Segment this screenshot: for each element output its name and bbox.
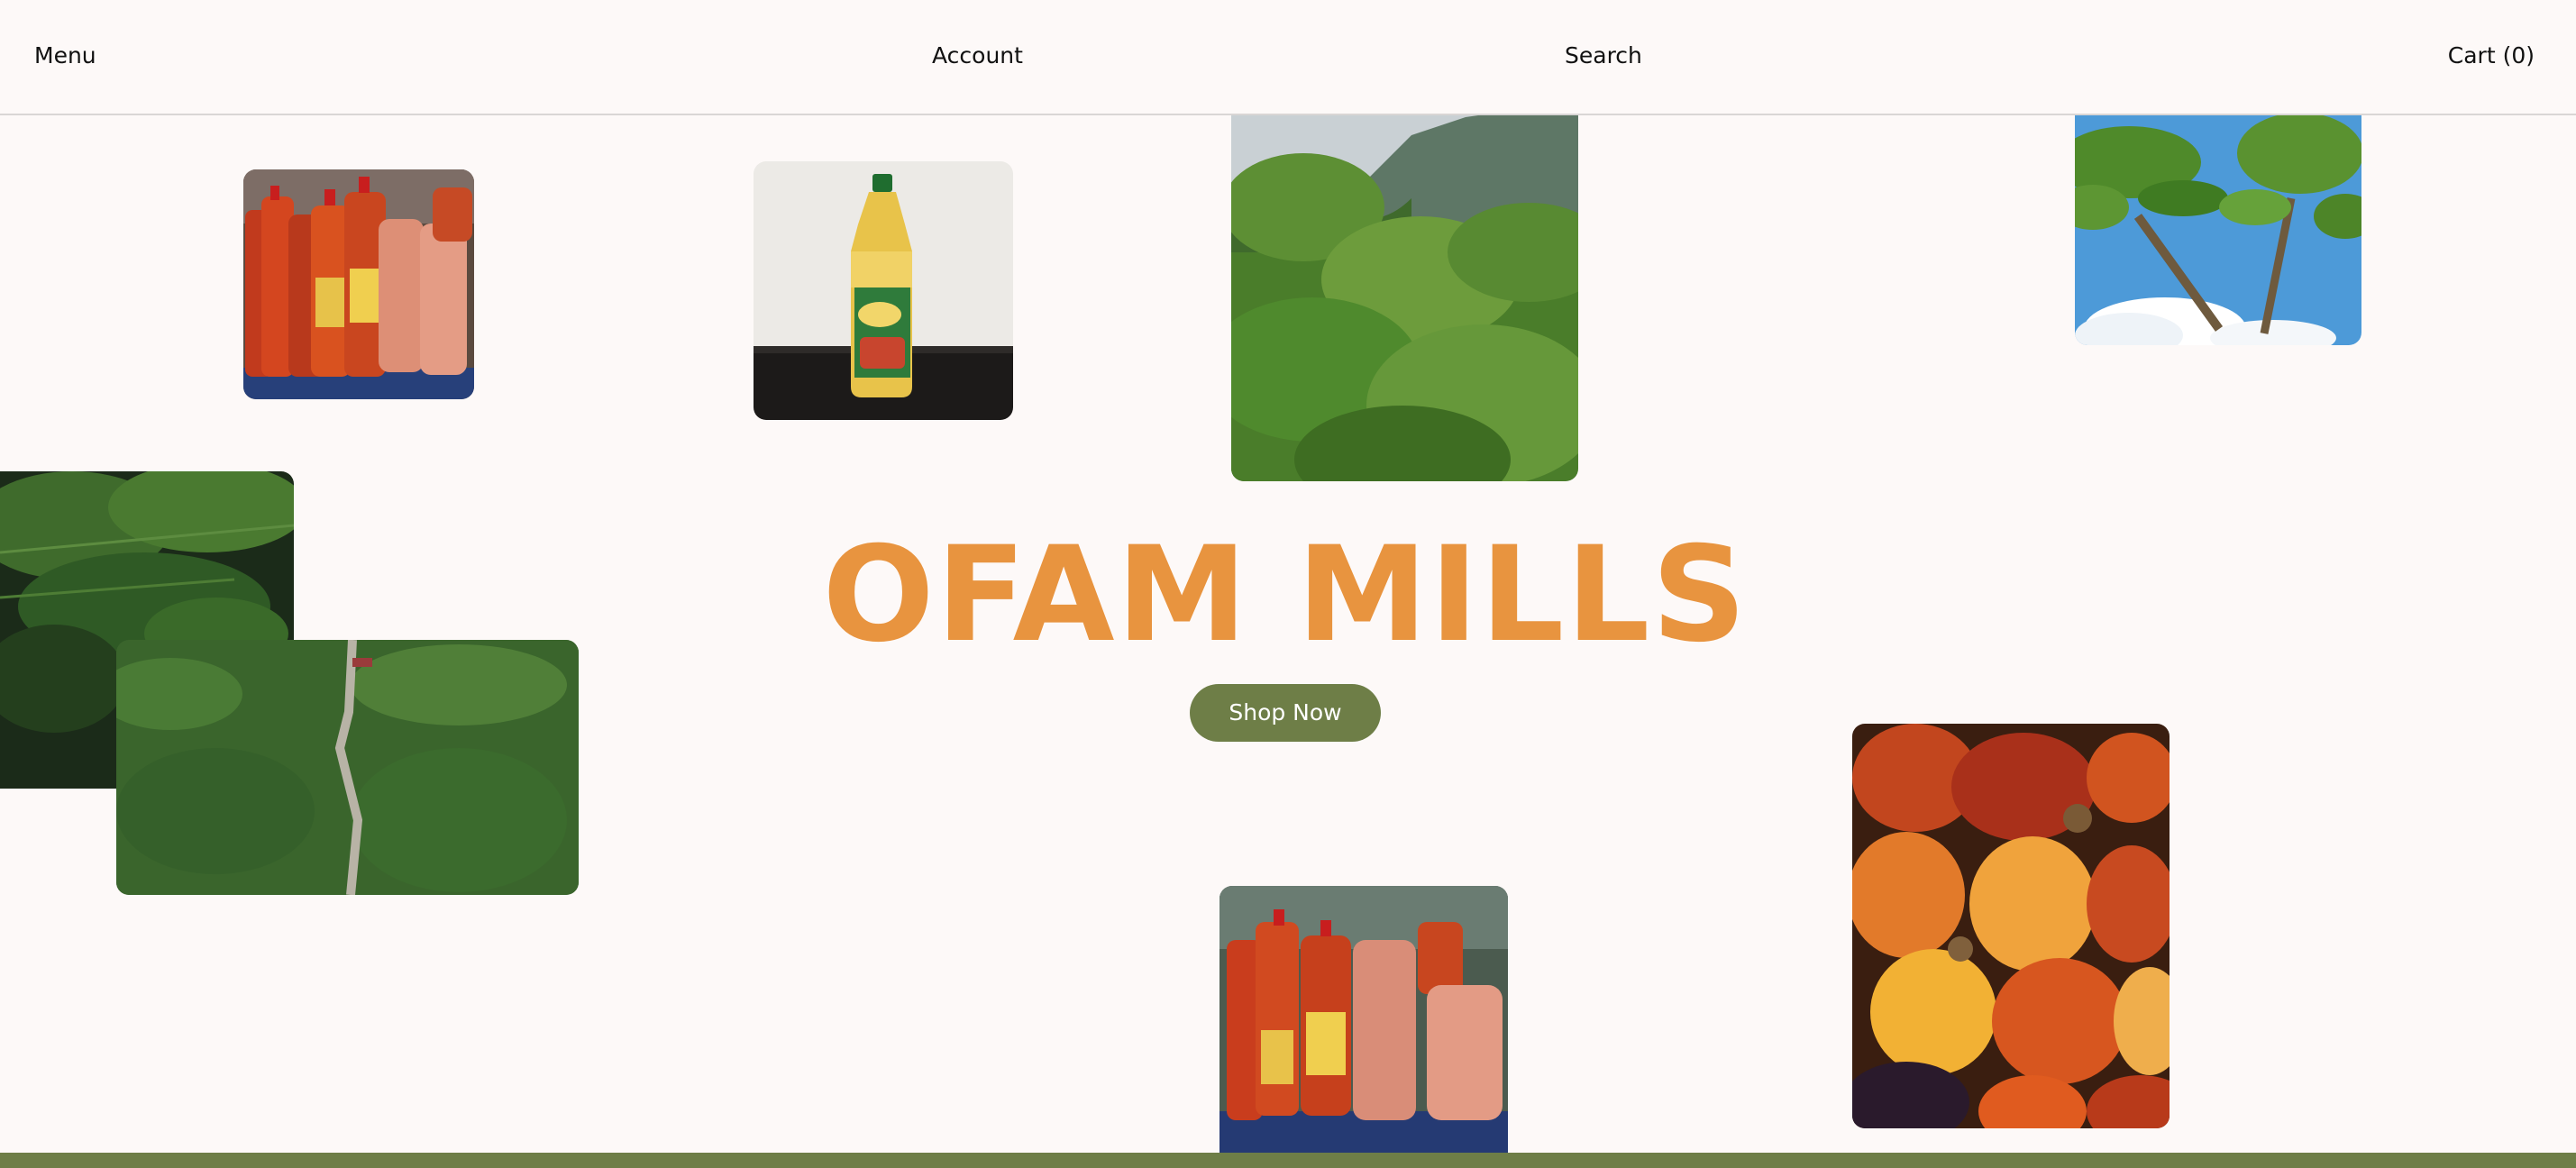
search-link[interactable]: Search (1565, 40, 1642, 72)
menu-link[interactable]: Menu (34, 40, 96, 72)
palm-plantation-aerial-image (116, 640, 579, 895)
page: Menu Account Search Cart (0) OFAM MILLS … (0, 0, 2576, 1168)
red-palm-oil-bottles-market-image (1219, 886, 1508, 1153)
palm-fruits-closeup-image (1852, 724, 2170, 1128)
footer-bar (0, 1153, 2576, 1168)
account-link[interactable]: Account (932, 40, 1023, 72)
red-palm-oil-bottles-image (243, 169, 474, 399)
shop-now-button[interactable]: Shop Now (1190, 684, 1381, 742)
brand-title: OFAM MILLS (822, 518, 1749, 671)
palm-trees-sky-image (2075, 99, 2361, 345)
cooking-oil-bottle-image (754, 161, 1013, 420)
palm-forest-mountain-image (1231, 99, 1578, 481)
site-header: Menu Account Search Cart (0) (0, 0, 2576, 115)
cart-link[interactable]: Cart (0) (2448, 40, 2535, 72)
